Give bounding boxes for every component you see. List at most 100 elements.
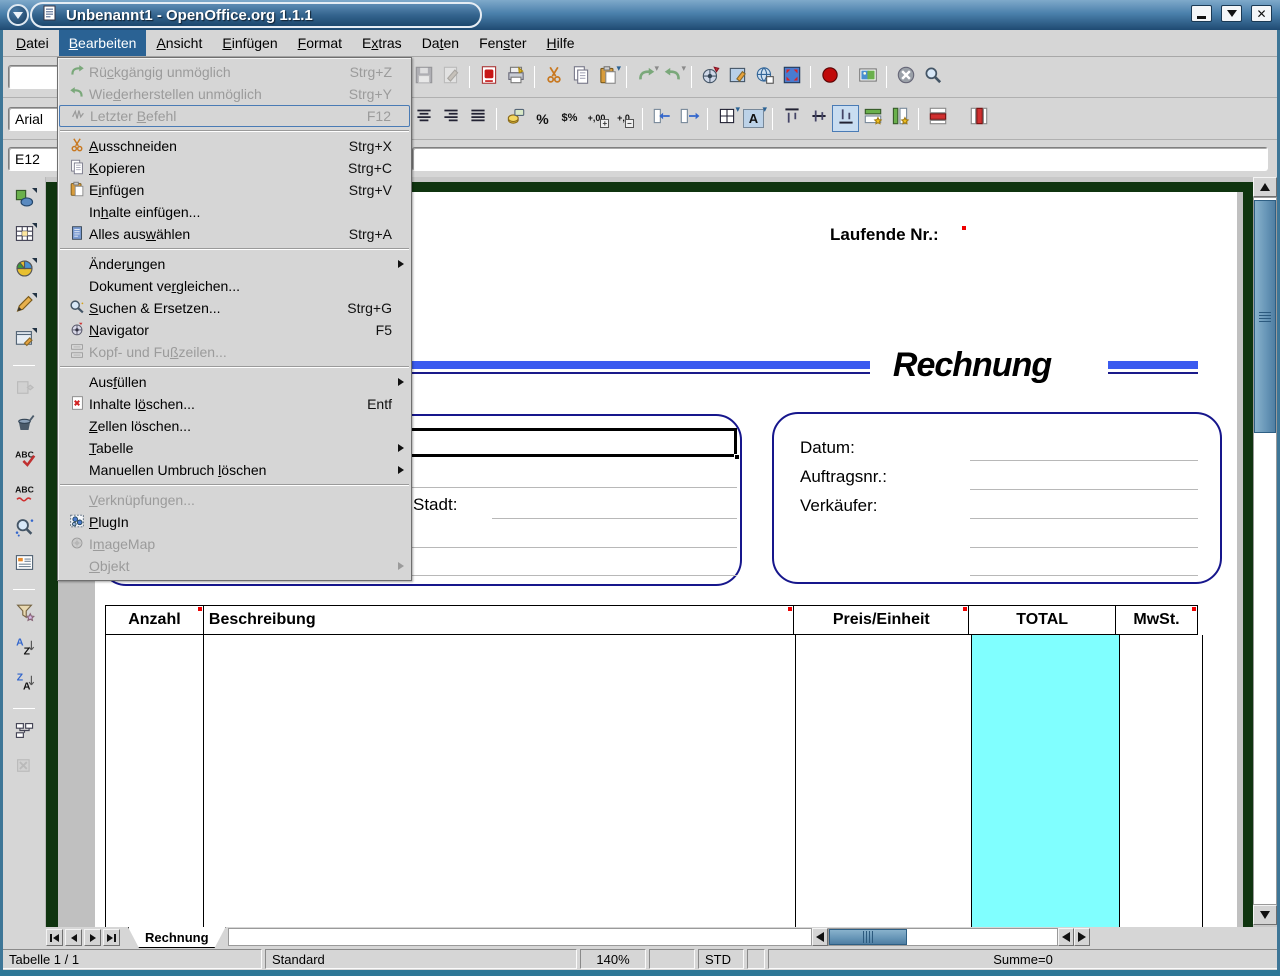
align-justify-button[interactable]: [464, 105, 491, 132]
menu-item-suchen-ersetzen[interactable]: Suchen & Ersetzen...Strg+G: [59, 297, 410, 319]
delete-decimal-button[interactable]: +,0−: [610, 105, 637, 132]
hscroll-left-button[interactable]: [812, 928, 828, 946]
search-button[interactable]: [919, 64, 946, 91]
align-right-button[interactable]: [437, 105, 464, 132]
insert-button[interactable]: [10, 187, 38, 215]
menu-item-kopieren[interactable]: KopierenStrg+C: [59, 157, 410, 179]
delete-column-button[interactable]: [965, 105, 992, 132]
cut-icon: [65, 137, 89, 155]
export-pdf-button[interactable]: [475, 64, 502, 91]
sheet-tab-rechnung[interactable]: Rechnung: [128, 927, 226, 948]
format-standard-button[interactable]: $%: [556, 105, 583, 132]
formula-input-line[interactable]: [412, 147, 1268, 171]
menu-item-zellen-löschen[interactable]: Zellen löschen...: [59, 415, 410, 437]
form-functions-button[interactable]: [10, 327, 38, 355]
insert-cells-button[interactable]: [10, 222, 38, 250]
menubar-item-extras[interactable]: Extras: [352, 30, 412, 56]
menu-item-manuellen-umbruch-löschen[interactable]: Manuellen Umbruch löschen: [59, 459, 410, 481]
format-percent-button[interactable]: %: [529, 105, 556, 132]
paste-button[interactable]: ▾: [594, 64, 621, 91]
increase-indent-button[interactable]: [675, 105, 702, 132]
menubar-item-daten[interactable]: Daten: [412, 30, 469, 56]
sort-descending-button[interactable]: ZA: [10, 670, 38, 698]
menu-item-dokument-vergleichen[interactable]: Dokument vergleichen...: [59, 275, 410, 297]
close-button[interactable]: ✕: [1251, 5, 1272, 22]
align-bottom-button[interactable]: [832, 105, 859, 132]
menu-item-tabelle[interactable]: Tabelle: [59, 437, 410, 459]
selection-handle[interactable]: [734, 454, 740, 460]
zoom-button[interactable]: [778, 64, 805, 91]
last-sheet-button[interactable]: [103, 929, 120, 946]
cut-button[interactable]: [540, 64, 567, 91]
align-vcenter-button[interactable]: [805, 105, 832, 132]
stop-loading-button[interactable]: [892, 64, 919, 91]
menubar-item-bearbeiten[interactable]: Bearbeiten: [59, 30, 147, 56]
data-sources-button[interactable]: [10, 551, 38, 579]
horizontal-scrollbar-thumb[interactable]: [829, 929, 907, 945]
autofilter-button[interactable]: [10, 600, 38, 628]
sum-field[interactable]: Summe=0: [768, 949, 1278, 969]
auto-spellcheck-button[interactable]: ABC: [10, 481, 38, 509]
align-top-button[interactable]: [778, 105, 805, 132]
menubar-item-ansicht[interactable]: Ansicht: [146, 30, 212, 56]
horizontal-scrollbar-track[interactable]: [828, 928, 1058, 946]
add-decimal-button[interactable]: +,00+: [583, 105, 610, 132]
insert-object-button[interactable]: [10, 257, 38, 285]
menu-item-inhalte-löschen[interactable]: Inhalte löschen...Entf: [59, 393, 410, 415]
menubar-item-hilfe[interactable]: Hilfe: [537, 30, 585, 56]
page-style-field[interactable]: Standard: [265, 949, 577, 969]
menu-item-ausschneiden[interactable]: AusschneidenStrg+X: [59, 135, 410, 157]
vertical-scrollbar-thumb[interactable]: [1254, 200, 1276, 433]
menubar-item-fenster[interactable]: Fenster: [469, 30, 536, 56]
insert-row-button[interactable]: [859, 105, 886, 132]
draw-functions-button[interactable]: [10, 292, 38, 320]
find-replace-button[interactable]: [10, 516, 38, 544]
menu-item-ausfüllen[interactable]: Ausfüllen: [59, 371, 410, 393]
format-currency-button[interactable]: [502, 105, 529, 132]
window-menu-button[interactable]: [7, 4, 29, 26]
navigator-button[interactable]: [697, 64, 724, 91]
titlebar[interactable]: Unbenannt1 - OpenOffice.org 1.1.1 ✕: [0, 0, 1280, 30]
shade-button[interactable]: [1221, 5, 1242, 22]
undo-button[interactable]: ▾: [632, 64, 659, 91]
hscroll-right-button[interactable]: [1074, 928, 1090, 946]
sheet-position-field[interactable]: Tabelle 1 / 1: [2, 949, 262, 969]
spellcheck-button[interactable]: ABC: [10, 446, 38, 474]
menu-item-inhalte-einfügen[interactable]: Inhalte einfügen...: [59, 201, 410, 223]
scroll-down-button[interactable]: [1253, 905, 1277, 925]
redo-button[interactable]: ▾: [659, 64, 686, 91]
menubar-item-datei[interactable]: Datei: [6, 30, 59, 56]
decrease-indent-button[interactable]: [648, 105, 675, 132]
group-button[interactable]: [10, 719, 38, 747]
sort-ascending-button[interactable]: AZ: [10, 635, 38, 663]
gallery-button[interactable]: [854, 64, 881, 91]
menu-item-label: Wiederherstellen unmöglich: [89, 86, 349, 102]
background-color-button[interactable]: A▾: [740, 105, 767, 132]
menu-item-navigator[interactable]: NavigatorF5: [59, 319, 410, 341]
next-sheet-button[interactable]: [84, 929, 101, 946]
insert-column-button[interactable]: [886, 105, 913, 132]
menu-item-alles-auswählen[interactable]: Alles auswählenStrg+A: [59, 223, 410, 245]
watering-can-button[interactable]: [10, 411, 38, 439]
copy-button[interactable]: [567, 64, 594, 91]
zoom-field[interactable]: 140%: [580, 949, 646, 969]
first-sheet-button[interactable]: [46, 929, 63, 946]
align-center-button[interactable]: [410, 105, 437, 132]
menubar-item-format[interactable]: Format: [288, 30, 352, 56]
stylist-button[interactable]: [724, 64, 751, 91]
record-button[interactable]: [816, 64, 843, 91]
scroll-up-button[interactable]: [1253, 177, 1277, 197]
menu-item-plugin[interactable]: PlugIn: [59, 511, 410, 533]
previous-sheet-button[interactable]: [65, 929, 82, 946]
delete-row-button[interactable]: [924, 105, 951, 132]
minimize-button[interactable]: [1191, 5, 1212, 22]
borders-button[interactable]: ▾: [713, 105, 740, 132]
menubar-item-einfügen[interactable]: Einfügen: [212, 30, 287, 56]
hyperlink-button[interactable]: [751, 64, 778, 91]
shade-icon: [1227, 10, 1237, 17]
menu-item-änderungen[interactable]: Änderungen: [59, 253, 410, 275]
hscroll-left2-button[interactable]: [1058, 928, 1074, 946]
menu-item-einfügen[interactable]: EinfügenStrg+V: [59, 179, 410, 201]
selection-mode-field[interactable]: STD: [698, 949, 744, 969]
print-button[interactable]: [502, 64, 529, 91]
